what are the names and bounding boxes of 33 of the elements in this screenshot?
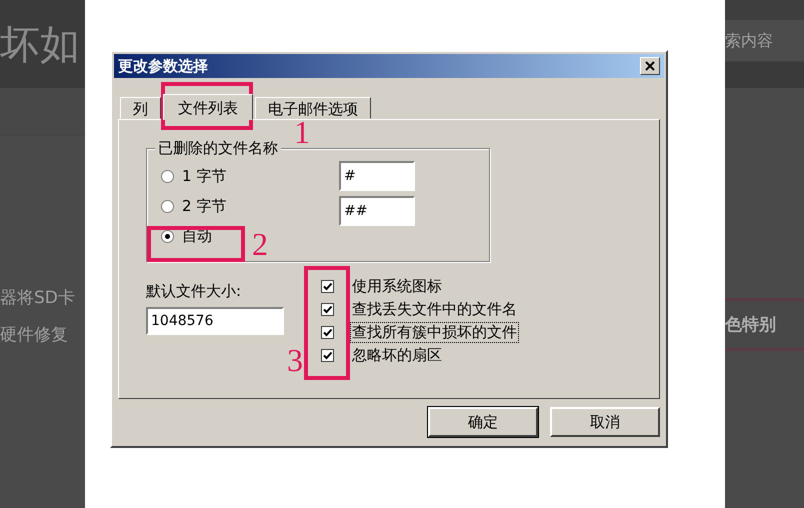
window-title: 更改参数选择 xyxy=(118,56,208,76)
close-button[interactable] xyxy=(640,57,660,75)
article-text: 器将SD卡 xyxy=(0,287,76,309)
input-field[interactable]: ## xyxy=(339,196,415,226)
step-number: 1 xyxy=(294,116,310,148)
checkbox[interactable] xyxy=(321,326,334,339)
input-field[interactable]: 1048576 xyxy=(146,307,284,335)
cancel-button[interactable]: 取消 xyxy=(550,407,660,437)
checkbox[interactable] xyxy=(321,349,334,362)
input-field[interactable]: # xyxy=(339,161,415,191)
tab[interactable]: 电子邮件选项 xyxy=(255,97,371,119)
option-label: 自动 xyxy=(182,227,212,246)
article-text: 硬件修复 xyxy=(0,324,69,346)
option-label: 2 字节 xyxy=(182,197,226,216)
checkbox-label: 查找所有簇中损坏的文件 xyxy=(350,322,519,343)
group-title: 已删除的文件名称 xyxy=(155,139,281,158)
step-number: 3 xyxy=(287,344,303,376)
field-label: 默认文件大小: xyxy=(146,282,242,301)
checkbox-label: 使用系统图标 xyxy=(351,276,443,297)
tab[interactable]: 文件列表 xyxy=(163,94,253,120)
checkbox[interactable] xyxy=(321,303,334,316)
close-icon xyxy=(645,61,655,71)
ok-button[interactable]: 确定 xyxy=(428,407,538,437)
option-label: 1 字节 xyxy=(182,167,226,186)
radio-button[interactable] xyxy=(161,170,174,183)
step-number: 2 xyxy=(252,228,268,260)
banner-text: 色特别 xyxy=(725,315,776,335)
checkbox-label: 查找丢失文件中的文件名 xyxy=(351,299,518,320)
checkbox[interactable] xyxy=(321,280,334,293)
checkbox-label: 忽略坏的扇区 xyxy=(351,345,443,366)
tab[interactable]: 列 xyxy=(120,97,161,119)
radio-button[interactable] xyxy=(161,200,174,213)
radio-button[interactable] xyxy=(161,230,174,243)
